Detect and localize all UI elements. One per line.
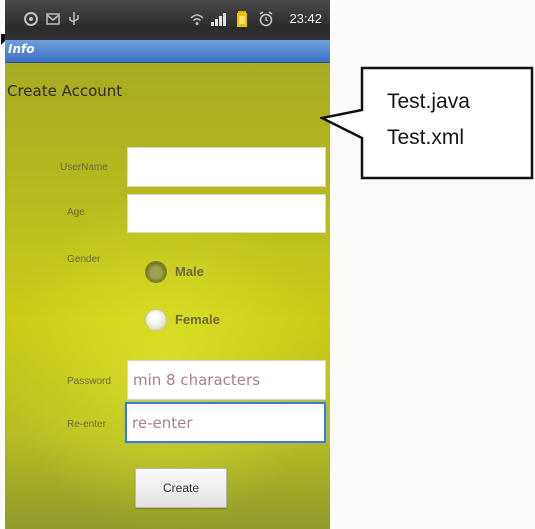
form-heading: Create Account: [7, 82, 123, 100]
notification-icon: [46, 13, 60, 25]
app-title: Info: [8, 42, 35, 56]
gender-label: Gender: [67, 254, 101, 265]
app-icon: [24, 12, 38, 26]
alarm-icon: [259, 11, 273, 27]
radio-button[interactable]: [145, 309, 167, 331]
age-label: Age: [67, 207, 85, 218]
username-label: UserName: [60, 162, 108, 173]
radio-label-female: Female: [175, 312, 220, 327]
usb-icon: [69, 12, 79, 25]
callout-line-xml: Test.xml: [387, 126, 465, 149]
create-button[interactable]: Create: [135, 468, 227, 508]
battery-icon: [237, 11, 247, 27]
status-bar: 23:42: [5, 0, 330, 40]
screenshot-root: 23:42 Info Create Account UserName Age G…: [0, 0, 535, 529]
username-field[interactable]: [127, 147, 326, 187]
app-title-bar: Info: [5, 40, 330, 63]
age-field[interactable]: [127, 194, 326, 233]
status-time: 23:42: [289, 11, 322, 26]
reenter-label: Re-enter: [67, 419, 106, 430]
callout-border: [320, 66, 534, 180]
password-field[interactable]: [127, 360, 326, 400]
password-label: Password: [67, 376, 111, 387]
radio-button[interactable]: [145, 261, 167, 283]
radio-label-male: Male: [175, 264, 204, 279]
callout-line-java: Test.java: [387, 90, 470, 113]
form-area: Create Account UserName Age Gender Male …: [5, 63, 330, 529]
callout-note: Test.java Test.xml: [320, 60, 535, 190]
signal-icon: [211, 13, 226, 26]
wifi-icon: [190, 14, 204, 25]
reenter-password-field[interactable]: [125, 402, 326, 443]
phone-screen: 23:42 Info Create Account UserName Age G…: [5, 0, 330, 529]
